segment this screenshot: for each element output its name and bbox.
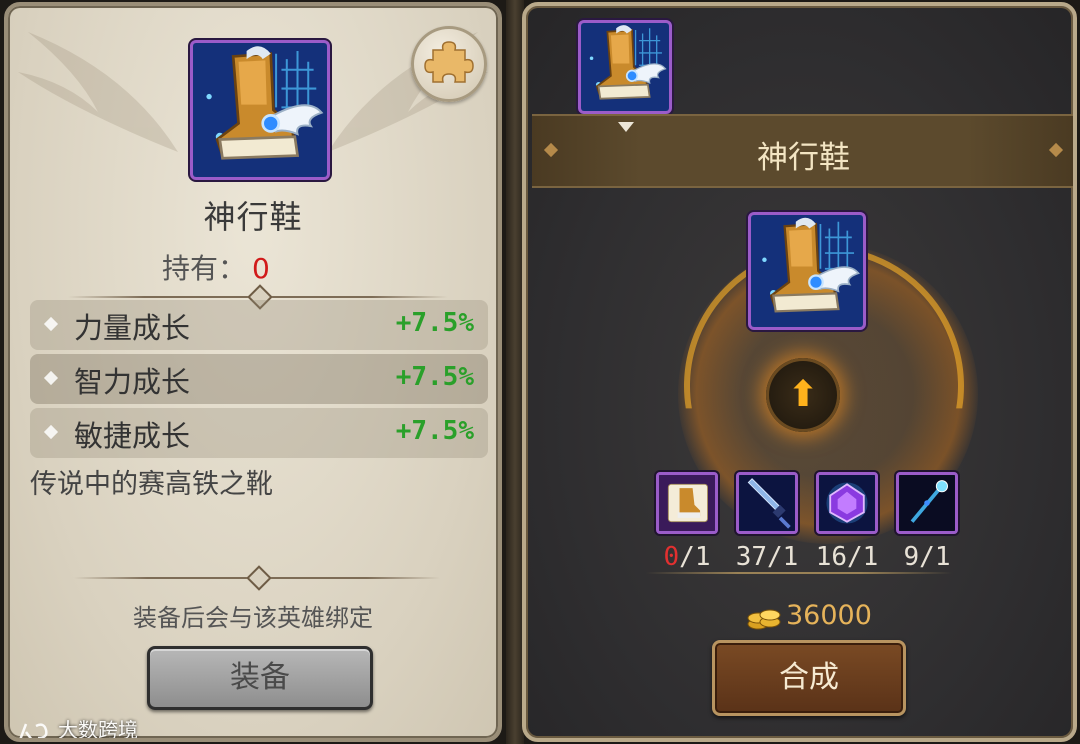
material-need: /1 bbox=[767, 542, 799, 572]
material-count: 0/1 bbox=[642, 542, 732, 572]
stat-label: 力量成长 bbox=[74, 311, 191, 345]
diamond-bullet-icon bbox=[43, 316, 59, 332]
gold-cost: 36000 bbox=[746, 600, 872, 632]
ornament-divider bbox=[68, 284, 448, 310]
item-name: 神行鞋 bbox=[203, 198, 303, 236]
item-detail-panel: 神行鞋 持有： 0 力量成长 +7.5% 智力成长 +7.5% 敏捷成长 +7.5… bbox=[4, 2, 502, 742]
upgrade-arrow-button[interactable]: ⬆ bbox=[766, 358, 840, 432]
item-description: 传说中的赛高铁之靴 bbox=[30, 469, 273, 500]
material-need: /1 bbox=[679, 542, 711, 572]
gold-cost-value: 36000 bbox=[786, 600, 872, 631]
materials-divider bbox=[646, 572, 952, 574]
diamond-bullet-icon bbox=[43, 424, 59, 440]
stat-label: 敏捷成长 bbox=[74, 419, 191, 453]
watermark: 大数跨境 bbox=[16, 714, 138, 742]
stat-row: 力量成长 +7.5% bbox=[30, 300, 488, 350]
material-have: 9 bbox=[903, 542, 920, 572]
winged-boot-icon bbox=[581, 23, 669, 111]
owned-value: 0 bbox=[252, 252, 270, 285]
material-count: 37/1 bbox=[722, 542, 812, 572]
craft-button[interactable]: 合成 bbox=[712, 640, 906, 716]
synthesis-panel: 神行鞋 ⬆ 0/1 37/1 16/1 9/1 36000 合成 bbox=[522, 2, 1077, 742]
stat-value: +7.5% bbox=[395, 308, 474, 338]
watermark-text: 大数跨境 bbox=[58, 718, 138, 742]
material-have: 16 bbox=[815, 542, 847, 572]
winged-boot-icon bbox=[751, 215, 863, 327]
material-count: 16/1 bbox=[802, 542, 892, 572]
gold-coins-icon bbox=[747, 609, 781, 629]
stat-value: +7.5% bbox=[395, 416, 474, 446]
title-banner: 神行鞋 bbox=[532, 114, 1073, 188]
bind-notice: 装备后会与该英雄绑定 bbox=[133, 604, 373, 632]
wing-ornament-icon bbox=[18, 32, 178, 152]
material-have: 0 bbox=[663, 542, 680, 572]
material-count: 9/1 bbox=[882, 542, 972, 572]
synthesis-title: 神行鞋 bbox=[757, 140, 850, 176]
ornament-divider bbox=[74, 565, 440, 591]
material-slot[interactable] bbox=[656, 472, 718, 534]
stat-row: 敏捷成长 +7.5% bbox=[30, 408, 488, 458]
target-item-icon bbox=[748, 212, 866, 330]
owned-count: 持有： 0 bbox=[162, 247, 270, 287]
tab-pointer-icon bbox=[618, 122, 634, 132]
material-need: /1 bbox=[919, 542, 951, 572]
material-have: 37 bbox=[735, 542, 767, 572]
diamond-bullet-icon bbox=[43, 370, 59, 386]
material-slot[interactable] bbox=[896, 472, 958, 534]
puzzle-icon bbox=[424, 41, 474, 83]
material-need: /1 bbox=[847, 542, 879, 572]
stat-label: 智力成长 bbox=[74, 365, 191, 399]
staff-icon bbox=[899, 475, 955, 531]
sword-icon bbox=[739, 475, 795, 531]
material-slot[interactable] bbox=[816, 472, 878, 534]
equip-button[interactable]: 装备 bbox=[147, 646, 373, 710]
selected-item-tab[interactable] bbox=[578, 20, 672, 114]
stat-value: +7.5% bbox=[395, 362, 474, 392]
watermark-logo-icon bbox=[19, 722, 48, 738]
stat-row: 智力成长 +7.5% bbox=[30, 354, 488, 404]
material-slot[interactable] bbox=[736, 472, 798, 534]
boot-scroll-icon bbox=[659, 475, 715, 531]
up-arrow-icon: ⬆ bbox=[788, 374, 819, 415]
purple-gem-icon bbox=[819, 475, 875, 531]
winged-boot-icon bbox=[190, 40, 330, 180]
owned-label: 持有： bbox=[162, 252, 247, 285]
puzzle-piece-button[interactable] bbox=[411, 26, 487, 102]
